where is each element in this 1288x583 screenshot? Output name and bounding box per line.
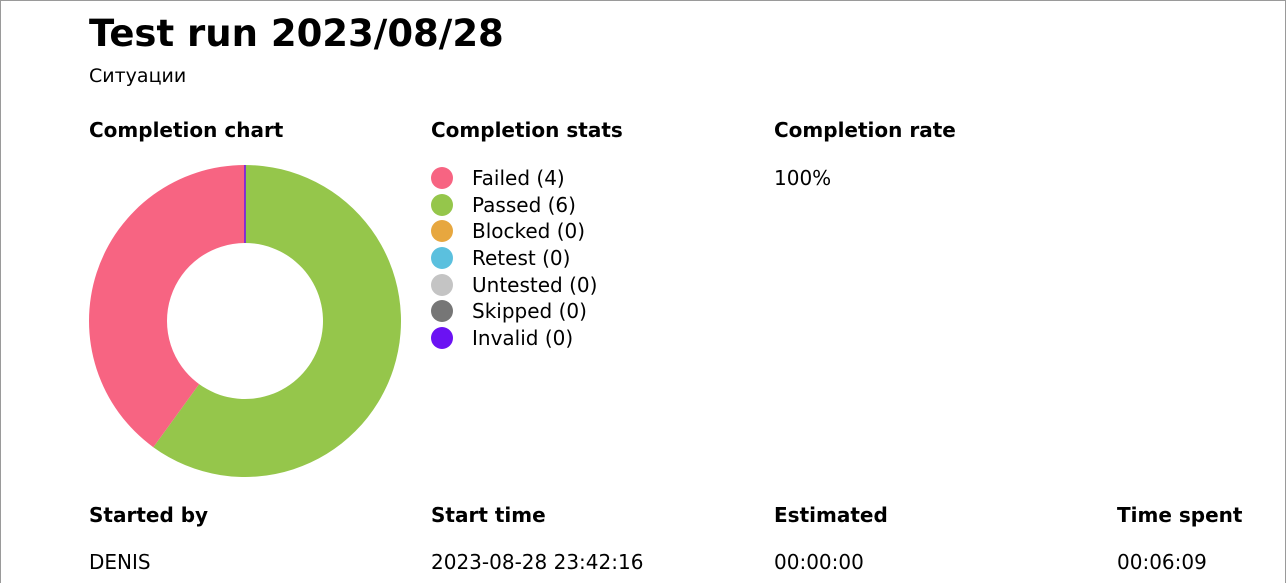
page-title: Test run 2023/08/28: [89, 12, 504, 55]
legend-item: Failed (4): [431, 165, 597, 192]
legend-label: Blocked (0): [472, 219, 586, 244]
legend-item: Invalid (0): [431, 325, 597, 352]
legend-color-dot: [431, 247, 453, 270]
legend-item: Retest (0): [431, 245, 597, 272]
legend-item: Passed (6): [431, 192, 597, 219]
started-by-label: Started by: [89, 503, 209, 527]
legend-color-dot: [431, 326, 453, 349]
page-frame: Test run 2023/08/28 Ситуации Completion …: [0, 0, 1286, 583]
legend-label: Passed (6): [472, 192, 576, 217]
start-time-value: 2023-08-28 23:42:16: [431, 550, 644, 574]
completion-donut-chart: [89, 165, 401, 477]
page-subtitle: Ситуации: [89, 65, 187, 87]
started-by-value: DENIS: [89, 550, 151, 574]
completion-rate-heading: Completion rate: [774, 118, 956, 142]
legend-color-dot: [431, 300, 453, 323]
completion-stats-heading: Completion stats: [431, 118, 623, 142]
start-time-label: Start time: [431, 503, 546, 527]
completion-stats-legend: Failed (4) Passed (6) Blocked (0) Retest (0…: [431, 165, 597, 351]
legend-color-dot: [431, 193, 453, 216]
legend-color-dot: [431, 273, 453, 296]
legend-item: Blocked (0): [431, 218, 597, 245]
legend-color-dot: [431, 220, 453, 243]
estimated-value: 00:00:00: [774, 550, 864, 574]
estimated-label: Estimated: [774, 503, 888, 527]
legend-label: Retest (0): [472, 246, 571, 271]
time-spent-value: 00:06:09: [1117, 550, 1207, 574]
completion-rate-value: 100%: [774, 166, 832, 190]
legend-label: Invalid (0): [472, 325, 574, 350]
completion-chart: [89, 165, 401, 477]
legend-item: Skipped (0): [431, 298, 597, 325]
legend-item: Untested (0): [431, 271, 597, 298]
legend-color-dot: [431, 167, 453, 190]
completion-chart-heading: Completion chart: [89, 118, 284, 142]
legend-label: Failed (4): [472, 166, 565, 191]
legend-label: Untested (0): [472, 272, 598, 297]
time-spent-label: Time spent: [1117, 503, 1243, 527]
legend-label: Skipped (0): [472, 299, 587, 324]
